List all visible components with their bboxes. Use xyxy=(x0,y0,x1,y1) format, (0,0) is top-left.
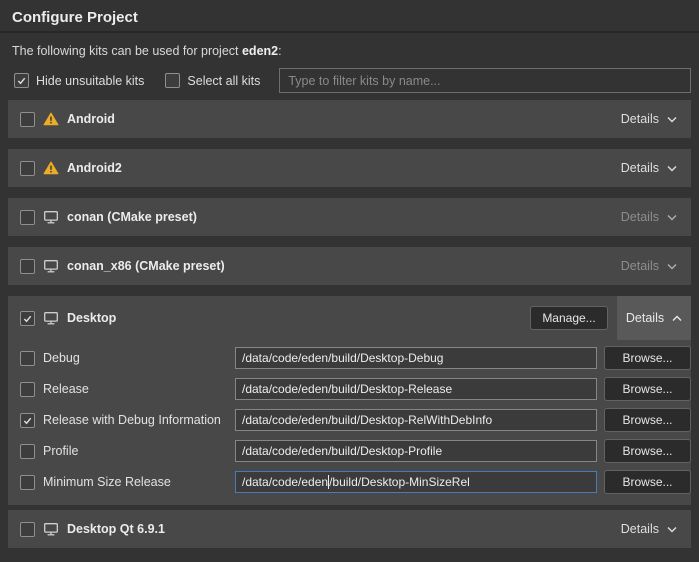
kit-row-conan-x86: conan_x86 (CMake preset) Details xyxy=(8,247,691,285)
kit-row-desktop: Desktop Manage... Details xyxy=(8,296,691,340)
select-all-kits-toggle[interactable]: Select all kits xyxy=(165,73,260,88)
build-path-value: /data/code/eden/build/Desktop-Profile xyxy=(242,444,442,458)
details-button[interactable]: Details xyxy=(621,259,677,273)
kit-filter-input[interactable] xyxy=(279,68,691,93)
chevron-down-icon xyxy=(667,214,677,221)
hide-unsuitable-checkbox[interactable] xyxy=(14,73,29,88)
build-config-row-minsizerel: Minimum Size Release /data/code/eden/bui… xyxy=(8,470,691,494)
project-name: eden2 xyxy=(242,44,278,58)
details-label: Details xyxy=(621,522,659,536)
build-config-row-release: Release /data/code/eden/build/Desktop-Re… xyxy=(8,377,691,401)
checkmark-icon xyxy=(22,313,33,324)
kit-checkbox[interactable] xyxy=(20,311,35,326)
details-button[interactable]: Details xyxy=(621,210,677,224)
config-label: Release xyxy=(43,382,89,396)
checkmark-icon xyxy=(22,415,33,426)
details-button[interactable]: Details xyxy=(621,161,677,175)
config-checkbox[interactable] xyxy=(20,475,35,490)
kit-filter-controls: Hide unsuitable kits Select all kits xyxy=(14,68,691,93)
kit-list: Android Details Android2 Details xyxy=(8,100,691,548)
kit-checkbox[interactable] xyxy=(20,112,35,127)
build-config-row-debug: Debug /data/code/eden/build/Desktop-Debu… xyxy=(8,346,691,370)
config-label: Release with Debug Information xyxy=(43,413,221,427)
build-path-value: /data/code/eden/build/Desktop-Release xyxy=(242,382,452,396)
browse-button[interactable]: Browse... xyxy=(604,439,691,463)
details-label: Details xyxy=(621,210,659,224)
details-button[interactable]: Details xyxy=(621,112,677,126)
config-label: Profile xyxy=(43,444,78,458)
build-path-input[interactable]: /data/code/eden/build/Desktop-Debug xyxy=(235,347,597,369)
checkmark-icon xyxy=(16,75,27,86)
path-after-caret: /build/Desktop-MinSizeRel xyxy=(329,475,470,489)
kit-row-desktop-qt-691: Desktop Qt 6.9.1 Details xyxy=(8,510,691,548)
chevron-up-icon xyxy=(672,311,682,325)
manage-button[interactable]: Manage... xyxy=(530,306,608,330)
build-path-input[interactable]: /data/code/eden/build/Desktop-Profile xyxy=(235,440,597,462)
build-config-row-relwithdebinfo: Release with Debug Information /data/cod… xyxy=(8,408,691,432)
kit-row-android2: Android2 Details xyxy=(8,149,691,187)
config-label: Minimum Size Release xyxy=(43,475,171,489)
kit-name: conan_x86 (CMake preset) xyxy=(67,259,225,273)
config-label: Debug xyxy=(43,351,80,365)
warning-icon xyxy=(43,112,59,126)
config-checkbox[interactable] xyxy=(20,444,35,459)
path-before-caret: /data/code/eden xyxy=(242,475,328,489)
kit-checkbox[interactable] xyxy=(20,161,35,176)
browse-button[interactable]: Browse... xyxy=(604,346,691,370)
details-label: Details xyxy=(621,161,659,175)
build-path-input-focused[interactable]: /data/code/eden/build/Desktop-MinSizeRel xyxy=(235,471,597,493)
build-path-input[interactable]: /data/code/eden/build/Desktop-RelWithDeb… xyxy=(235,409,597,431)
browse-button[interactable]: Browse... xyxy=(604,470,691,494)
kit-section-desktop: Desktop Manage... Details Debug /data/co… xyxy=(8,296,691,505)
browse-button[interactable]: Browse... xyxy=(604,377,691,401)
desktop-icon xyxy=(43,311,59,325)
kit-row-conan: conan (CMake preset) Details xyxy=(8,198,691,236)
details-label: Details xyxy=(621,259,659,273)
kit-name: Desktop Qt 6.9.1 xyxy=(67,522,165,536)
kit-name: Android xyxy=(67,112,115,126)
config-checkbox[interactable] xyxy=(20,413,35,428)
chevron-down-icon xyxy=(667,165,677,172)
kit-checkbox[interactable] xyxy=(20,210,35,225)
details-button[interactable]: Details xyxy=(617,296,691,340)
desktop-icon xyxy=(43,522,59,536)
kit-name: Desktop xyxy=(67,311,116,325)
hide-unsuitable-label: Hide unsuitable kits xyxy=(36,74,144,88)
kit-checkbox[interactable] xyxy=(20,259,35,274)
kit-name: conan (CMake preset) xyxy=(67,210,197,224)
details-label: Details xyxy=(626,311,664,325)
chevron-down-icon xyxy=(667,116,677,123)
build-path-value: /data/code/eden/build/Desktop-Debug xyxy=(242,351,443,365)
page-title: Configure Project xyxy=(12,9,687,26)
desktop-icon xyxy=(43,259,59,273)
details-button[interactable]: Details xyxy=(621,522,677,536)
build-path-value: /data/code/eden/build/Desktop-RelWithDeb… xyxy=(242,413,492,427)
chevron-down-icon xyxy=(667,526,677,533)
select-all-label: Select all kits xyxy=(187,74,260,88)
build-path-input[interactable]: /data/code/eden/build/Desktop-Release xyxy=(235,378,597,400)
hide-unsuitable-kits-toggle[interactable]: Hide unsuitable kits xyxy=(14,73,144,88)
kit-row-android: Android Details xyxy=(8,100,691,138)
config-checkbox[interactable] xyxy=(20,382,35,397)
select-all-checkbox[interactable] xyxy=(165,73,180,88)
build-path-value: /data/code/eden/build/Desktop-MinSizeRel xyxy=(242,475,470,489)
chevron-down-icon xyxy=(667,263,677,270)
intro-prefix: The following kits can be used for proje… xyxy=(12,44,242,58)
details-label: Details xyxy=(621,112,659,126)
desktop-icon xyxy=(43,210,59,224)
kit-name: Android2 xyxy=(67,161,122,175)
page-header: Configure Project xyxy=(0,0,699,33)
intro-suffix: : xyxy=(278,44,281,58)
browse-button[interactable]: Browse... xyxy=(604,408,691,432)
kit-checkbox[interactable] xyxy=(20,522,35,537)
intro-text: The following kits can be used for proje… xyxy=(12,44,687,58)
warning-icon xyxy=(43,161,59,175)
config-checkbox[interactable] xyxy=(20,351,35,366)
build-config-row-profile: Profile /data/code/eden/build/Desktop-Pr… xyxy=(8,439,691,463)
build-config-list: Debug /data/code/eden/build/Desktop-Debu… xyxy=(8,346,691,494)
